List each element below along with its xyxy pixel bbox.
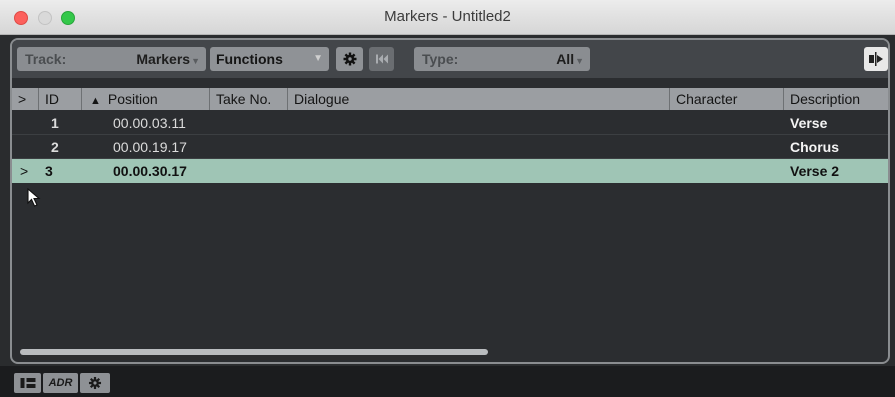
header-description[interactable]: Description (784, 88, 888, 110)
row-position[interactable]: 00.00.19.17 (113, 135, 187, 159)
track-label: Track: (25, 51, 67, 67)
panel-toggle-icon (869, 52, 883, 66)
gear-icon (343, 52, 356, 66)
settings-button[interactable] (336, 47, 363, 71)
type-label: Type: (422, 51, 459, 67)
panel-toggle-button[interactable] (864, 47, 888, 71)
header-take-no[interactable]: Take No. (210, 88, 288, 110)
settings-bottom-button[interactable] (80, 373, 110, 393)
row-id: 1 (51, 115, 59, 131)
track-selector[interactable]: Track: Markers▼ (17, 47, 206, 71)
settings-icon (88, 376, 102, 390)
window-title: Markers - Untitled2 (384, 8, 511, 25)
functions-label: Functions (216, 51, 283, 67)
header-character[interactable]: Character (670, 88, 784, 110)
row-position[interactable]: 00.00.30.17 (113, 159, 187, 183)
header-id[interactable]: ID (39, 88, 82, 110)
markers-list: 1 00.00.03.11 Verse 2 00.00.19.17 Chorus… (12, 111, 888, 183)
cycle-to-start-button[interactable] (369, 47, 394, 71)
mouse-cursor (27, 188, 41, 207)
adr-button[interactable]: ADR (43, 373, 78, 393)
list-view-icon (20, 378, 35, 388)
markers-panel: Track: Markers▼ Functions ▼ Type: All▼ >… (10, 38, 890, 364)
horizontal-scrollbar[interactable] (20, 349, 488, 355)
row-position[interactable]: 00.00.03.11 (113, 111, 186, 135)
bottom-toolbar: ADR (0, 366, 895, 397)
row-description[interactable]: Verse 2 (790, 159, 839, 183)
toolbar: Track: Markers▼ Functions ▼ Type: All▼ (12, 40, 888, 78)
header-cursor[interactable]: > (12, 88, 39, 110)
table-row-selected[interactable]: > 3 00.00.30.17 Verse 2 (12, 159, 888, 183)
dropdown-caret-icon: ▼ (191, 56, 200, 66)
functions-menu[interactable]: Functions ▼ (210, 47, 329, 71)
rewind-icon (375, 54, 388, 64)
type-selector[interactable]: Type: All▼ (414, 47, 590, 71)
row-id: 3 (45, 163, 53, 179)
row-id: 2 (51, 139, 59, 155)
sort-ascending-icon: ▲ (90, 95, 101, 107)
dropdown-caret-icon: ▼ (313, 53, 323, 64)
row-cursor: > (20, 163, 29, 179)
list-view-button[interactable] (14, 373, 41, 393)
header-position[interactable]: ▲ Position (82, 88, 210, 110)
track-value: Markers▼ (136, 51, 200, 67)
table-row[interactable]: 1 00.00.03.11 Verse (12, 111, 888, 135)
table-row[interactable]: 2 00.00.19.17 Chorus (12, 135, 888, 159)
type-value: All▼ (556, 51, 584, 67)
row-description[interactable]: Verse (790, 111, 827, 135)
row-description[interactable]: Chorus (790, 135, 839, 159)
header-position-label: Position (107, 91, 158, 107)
table-header: > ID ▲ Position Take No. Dialogue Charact… (12, 88, 888, 110)
header-dialogue[interactable]: Dialogue (288, 88, 670, 110)
dropdown-caret-icon: ▼ (575, 56, 584, 66)
window-titlebar: Markers - Untitled2 (0, 0, 895, 35)
